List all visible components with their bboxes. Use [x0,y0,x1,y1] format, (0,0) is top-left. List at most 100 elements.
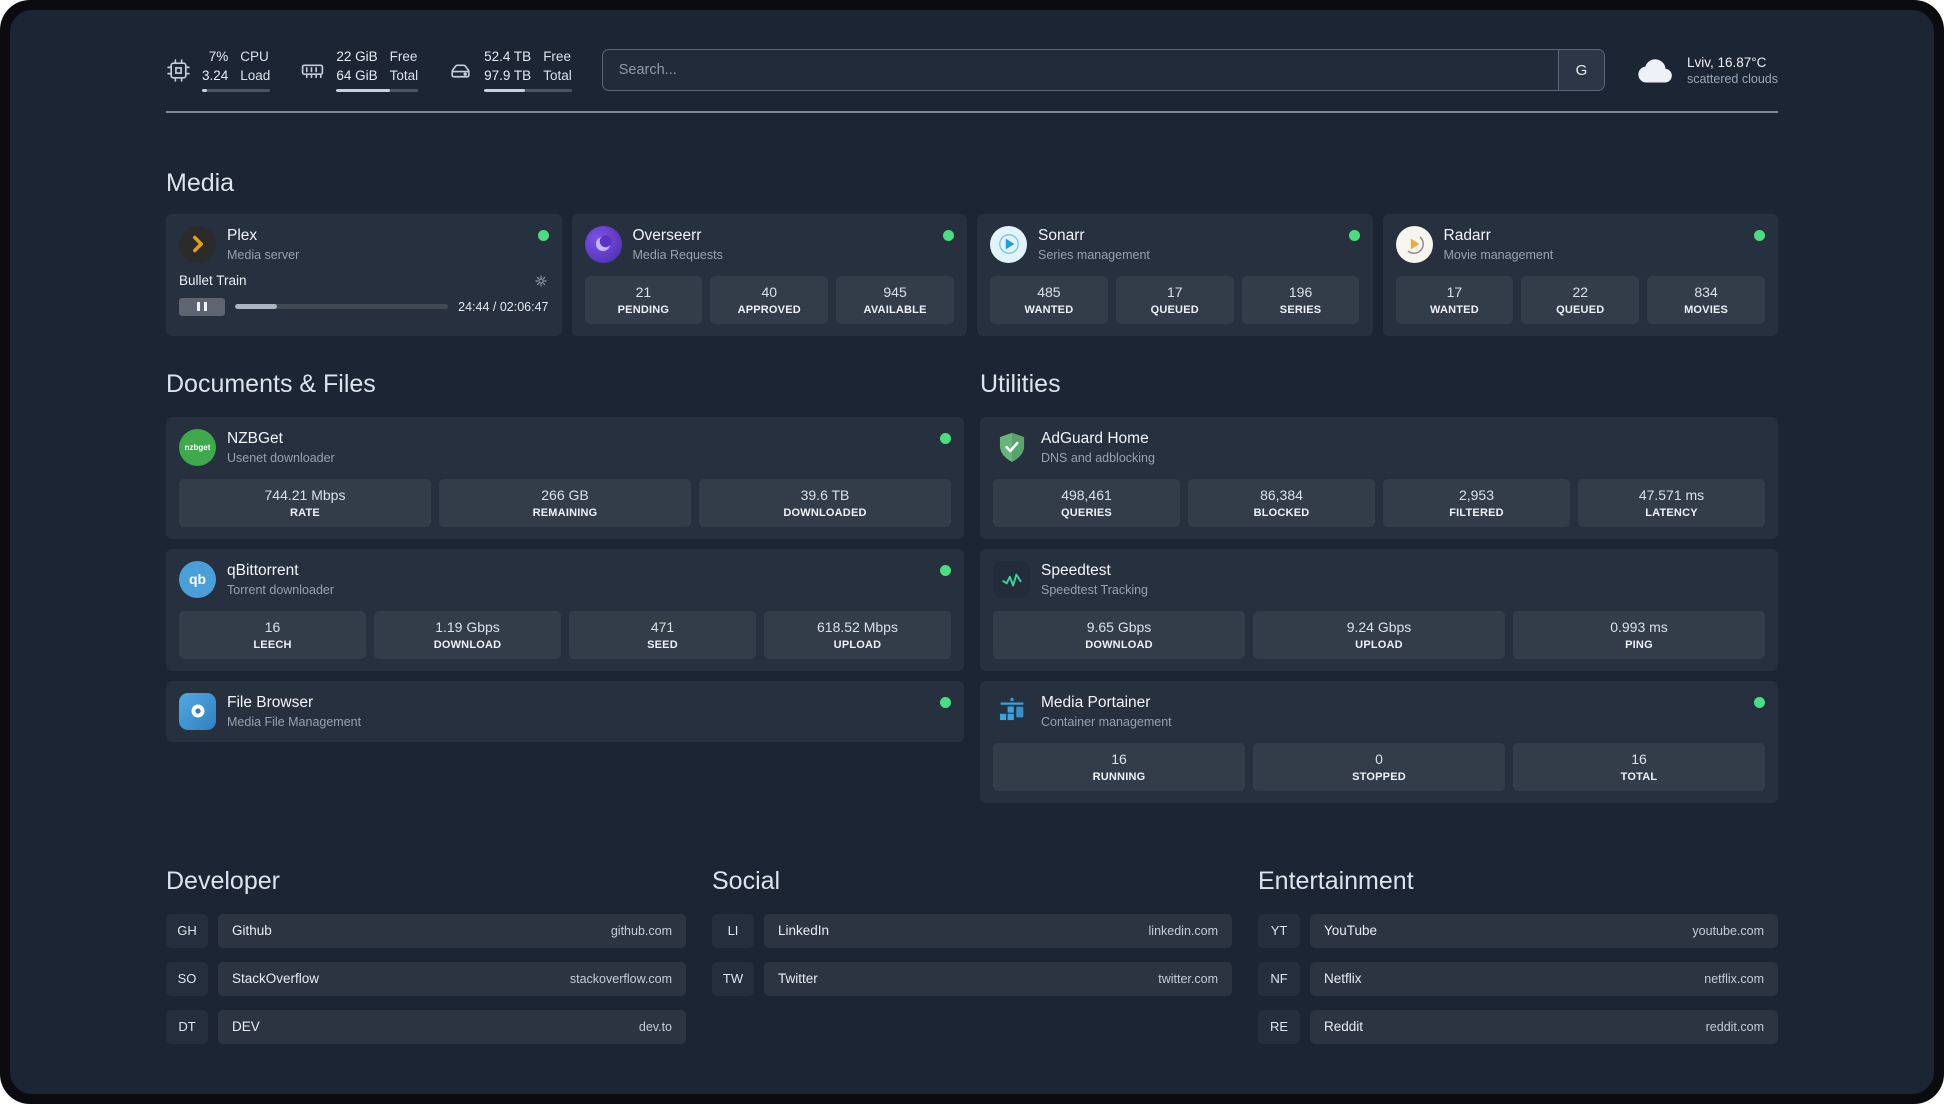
stat-value: 17 [1446,283,1463,300]
cpu-label: CPU [240,49,269,65]
stat-value: 498,461 [1061,486,1112,503]
bookmark-url: youtube.com [1692,923,1764,938]
bookmark-name: StackOverflow [232,971,320,986]
bookmark-group-social: Social LI LinkedIn linkedin.com TW Twitt… [712,867,1232,1044]
bookmark-linkedin[interactable]: LI LinkedIn linkedin.com [712,913,1232,948]
card-qbittorrent[interactable]: qb qBittorrent Torrent downloader 16 LEE… [166,548,964,671]
gear-icon[interactable] [533,273,549,289]
media-cards: Plex Media server Bullet Train 24:44 / 0… [166,213,1778,336]
stat-value: 834 [1694,283,1718,300]
stat-label: BLOCKED [1253,506,1310,519]
search-provider-button[interactable]: G [1557,50,1604,90]
stat-label: SEED [647,638,678,651]
card-radarr[interactable]: Radarr Movie management 17 WANTED 22 QUE… [1382,213,1778,336]
qbittorrent-icon: qb [179,560,216,598]
app-subtitle: Series management [1038,247,1150,262]
bookmark-abbr: YT [1258,913,1300,948]
stat: 471 SEED [569,610,756,659]
utilities-column: Utilities AdGuard Home DNS and adblockin… [980,370,1778,803]
card-portainer[interactable]: Media Portainer Container management 16 … [980,680,1778,803]
stat: 0 STOPPED [1253,742,1505,791]
stat-label: RUNNING [1092,770,1146,783]
card-sonarr[interactable]: Sonarr Series management 485 WANTED 17 Q… [977,213,1373,336]
bookmark-name: YouTube [1324,923,1378,938]
section-title-developer: Developer [166,866,280,895]
stat-value: 0 [1375,750,1383,767]
bookmark-reddit[interactable]: RE Reddit reddit.com [1258,1009,1778,1044]
stat-label: STOPPED [1352,770,1406,783]
stat: 39.6 TB DOWNLOADED [699,478,951,527]
app-subtitle: Usenet downloader [227,450,335,465]
stat-value: 9.24 Gbps [1346,618,1412,635]
bookmark-url: dev.to [638,1019,672,1034]
card-filebrowser[interactable]: File Browser Media File Management [166,680,964,742]
stat-label: WANTED [1429,303,1479,316]
bookmark-dev[interactable]: DT DEV dev.to [166,1009,686,1044]
stat: 834 MOVIES [1647,275,1765,324]
stat-value: 21 [635,283,652,300]
bookmark-name: LinkedIn [778,923,830,938]
bookmark-stackoverflow[interactable]: SO StackOverflow stackoverflow.com [166,961,686,996]
stat: 9.24 Gbps UPLOAD [1253,610,1505,659]
cpu-load: 3.24 [202,68,229,83]
disk-total: 97.9 TB [484,68,532,83]
app-name: Sonarr [1038,226,1085,244]
portainer-icon [993,693,1030,730]
app-subtitle: DNS and adblocking [1041,450,1155,465]
card-nzbget[interactable]: nzbget NZBGet Usenet downloader 744.21 M… [166,416,964,539]
cpu-percent: 7% [208,49,229,65]
stat: 40 APPROVED [710,275,829,324]
status-dot [1754,229,1765,241]
stat-label: LATENCY [1645,506,1698,519]
bookmark-github[interactable]: GH Github github.com [166,913,686,948]
section-title-social: Social [712,866,781,895]
app-name: Radarr [1443,226,1491,244]
stat-value: 1.19 Gbps [435,618,500,635]
stat-label: PING [1625,638,1653,651]
bookmark-name: Github [232,923,272,938]
bookmarks: Developer GH Github github.com SO StackO… [166,867,1778,1084]
radarr-icon [1395,225,1433,263]
stat-label: DOWNLOADED [783,506,867,519]
app-name: Speedtest [1041,561,1111,579]
stat: 485 WANTED [990,275,1108,324]
stat-label: SERIES [1279,303,1322,316]
stat-label: LEECH [253,638,292,651]
stat-value: 0.993 ms [1610,618,1668,635]
bookmark-abbr: RE [1258,1009,1300,1044]
stat: 0.993 ms PING [1513,610,1765,659]
stat-value: 266 GB [541,486,589,503]
card-plex[interactable]: Plex Media server Bullet Train 24:44 / 0… [166,213,562,336]
card-overseerr[interactable]: Overseerr Media Requests 21 PENDING 40 A… [571,213,967,336]
bookmark-twitter[interactable]: TW Twitter twitter.com [712,961,1232,996]
stat-value: 17 [1166,283,1183,300]
stat: 16 TOTAL [1513,742,1765,791]
stat-value: 47.571 ms [1638,486,1705,503]
stat-label: PENDING [617,303,670,316]
bookmark-name: Netflix [1324,971,1362,986]
stat-label: DOWNLOAD [433,638,502,651]
bookmark-abbr: SO [166,961,208,996]
dashboard: 7% CPU 3.24 Load 22 GiB Free 64 GiB Tota… [10,10,1934,1094]
stat-label: FILTERED [1449,506,1504,519]
app-name: AdGuard Home [1041,429,1149,447]
memory-total-label: Total [389,68,419,83]
cpu-widget: 7% CPU 3.24 Load [166,48,271,92]
bookmark-youtube[interactable]: YT YouTube youtube.com [1258,913,1778,948]
qbittorrent-icon-text: qb [188,571,207,587]
status-dot [940,696,951,708]
stat: 21 PENDING [584,275,703,324]
card-speedtest[interactable]: Speedtest Speedtest Tracking 9.65 Gbps D… [980,548,1778,671]
stat: 16 RUNNING [993,742,1245,791]
bookmark-netflix[interactable]: NF Netflix netflix.com [1258,961,1778,996]
app-subtitle: Speedtest Tracking [1041,582,1149,597]
playback-time: 24:44 / 02:06:47 [458,299,549,314]
stat-label: UPLOAD [1355,638,1403,651]
memory-widget: 22 GiB Free 64 GiB Total [300,48,419,92]
search-input[interactable] [602,50,1558,90]
card-adguard[interactable]: AdGuard Home DNS and adblocking 498,461 … [980,416,1778,539]
adguard-icon [993,429,1030,466]
disk-icon [448,58,473,83]
pause-button[interactable] [179,297,225,316]
playback-progress-bar[interactable] [235,304,449,309]
